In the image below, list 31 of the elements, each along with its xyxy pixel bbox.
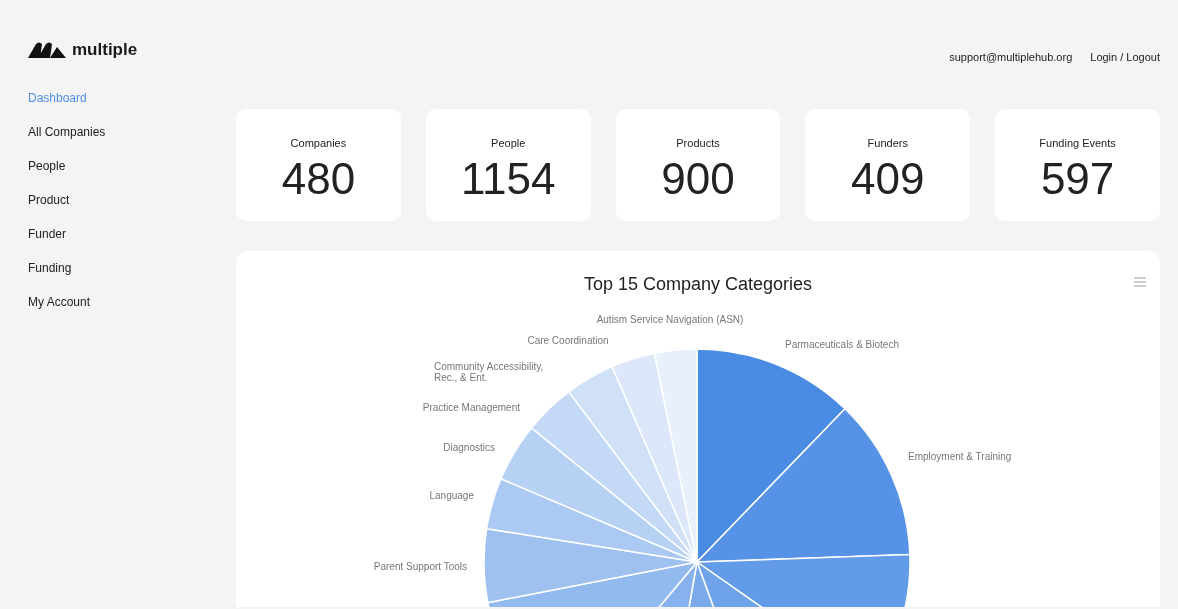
slice-label: Community Accessibility, Rec., & Ent. bbox=[434, 361, 545, 383]
stat-value: 900 bbox=[661, 155, 735, 203]
slice-label: Care Coordination bbox=[527, 335, 609, 346]
stat-value: 597 bbox=[1040, 155, 1115, 203]
stat-value: 480 bbox=[281, 155, 356, 203]
sidebar-link[interactable]: Funding bbox=[28, 258, 72, 278]
stat-label: People bbox=[491, 137, 526, 149]
sidebar-link[interactable]: My Account bbox=[28, 292, 91, 312]
slice-label: Autism Service Navigation (ASN) bbox=[596, 314, 744, 325]
sidebar-link[interactable]: Product bbox=[28, 190, 70, 210]
slice-label: Practice Management bbox=[422, 402, 520, 413]
slice-label: Parmaceuticals & Biotech bbox=[785, 339, 899, 350]
chart-title: Top 15 Company Categories bbox=[583, 273, 813, 295]
slice-label: Parent Support Tools bbox=[373, 561, 467, 572]
menu-icon[interactable] bbox=[1134, 277, 1146, 287]
stat-label: Funders bbox=[867, 137, 908, 149]
slice-label: Diagnostics bbox=[443, 442, 495, 453]
stat-label: Companies bbox=[290, 137, 347, 149]
stat-label: Products bbox=[676, 137, 720, 149]
sidebar-link[interactable]: Funder bbox=[28, 224, 67, 244]
slice-label: Employment & Training bbox=[908, 451, 1012, 462]
stat-value: 409 bbox=[851, 155, 925, 203]
support-email-link[interactable]: support@multiplehub.org bbox=[949, 51, 1073, 63]
sidebar-link[interactable]: People bbox=[28, 156, 66, 176]
stat-label: Funding Events bbox=[1039, 137, 1116, 149]
brand-name: multiple bbox=[72, 40, 138, 60]
logo-icon bbox=[28, 42, 66, 58]
login-logout-link[interactable]: Login / Logout bbox=[1090, 51, 1160, 63]
stat-value: 1154 bbox=[460, 155, 556, 203]
slice-label: Language bbox=[429, 490, 474, 501]
sidebar-link[interactable]: All Companies bbox=[28, 122, 106, 142]
